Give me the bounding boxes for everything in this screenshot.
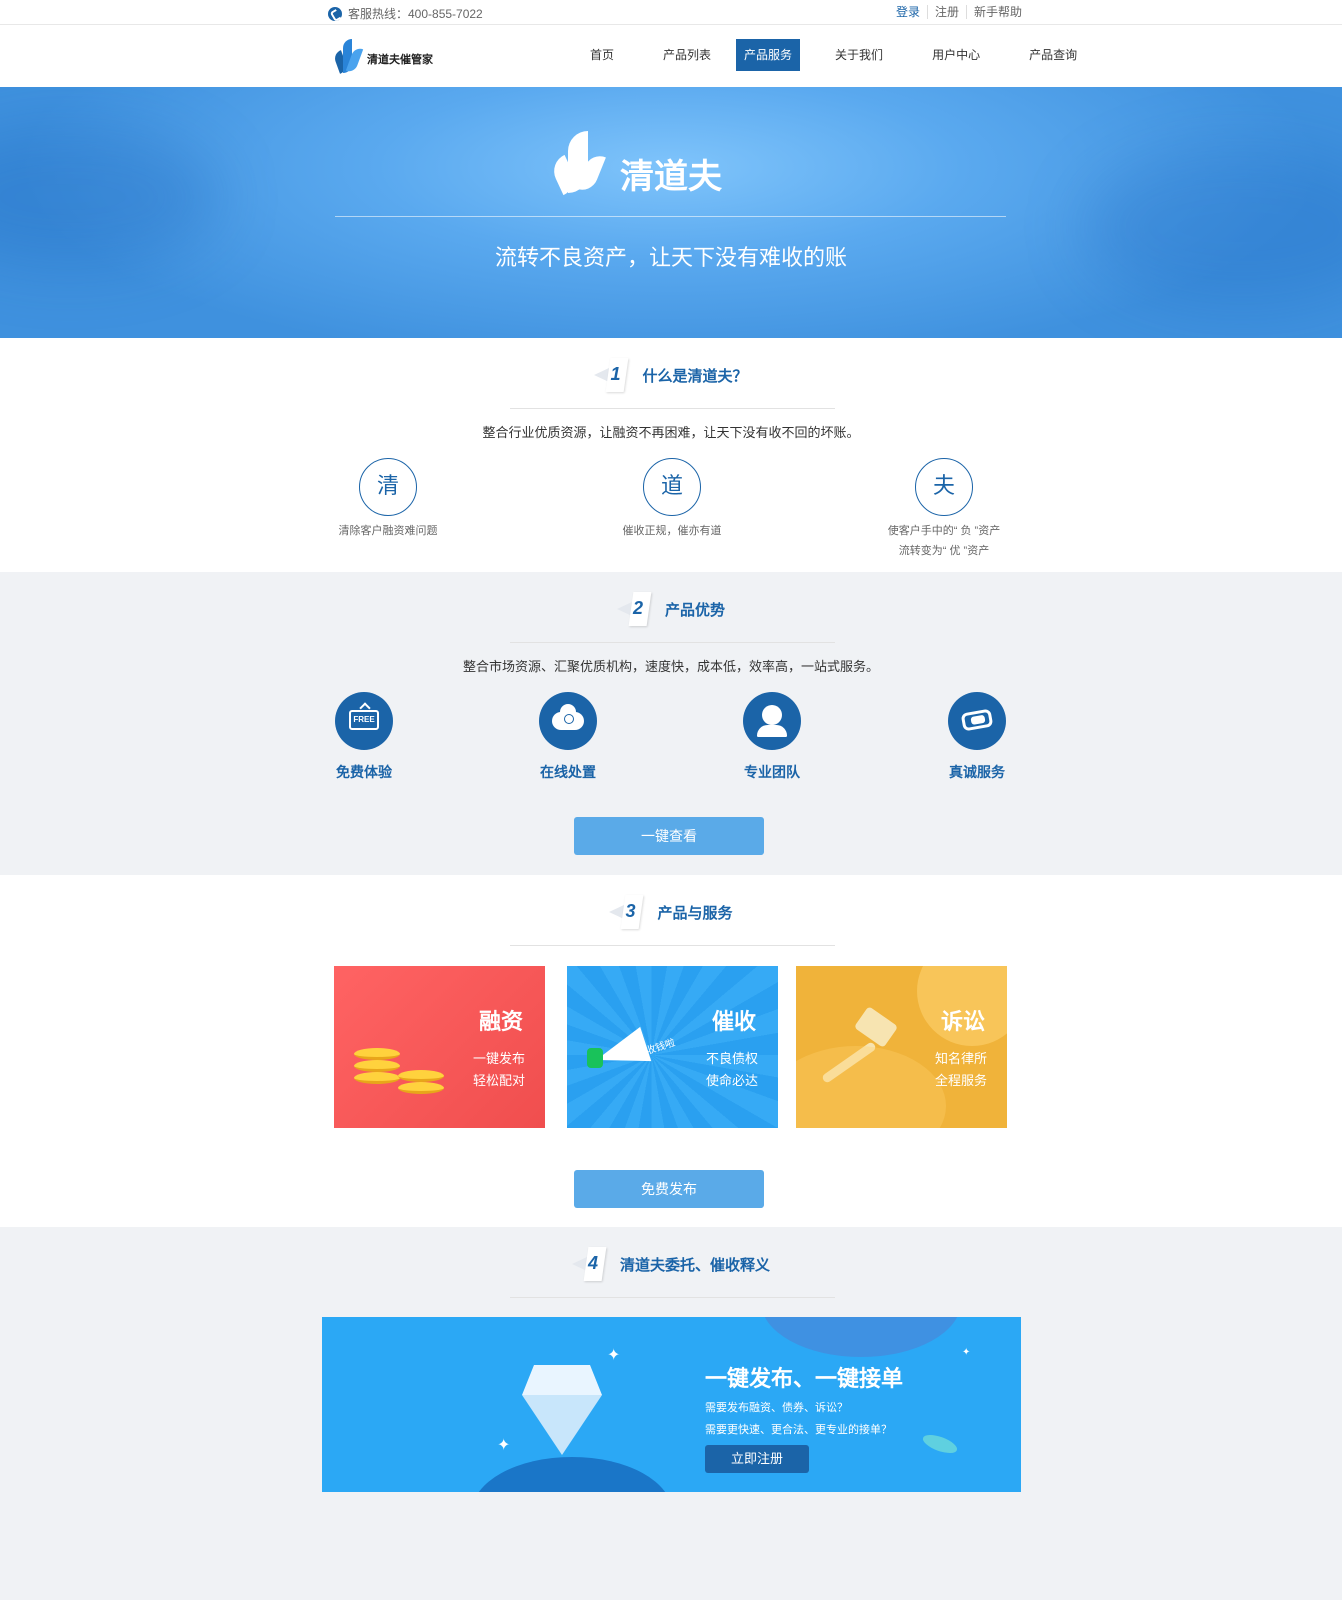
free-publish-button[interactable]: 免费发布 (574, 1170, 764, 1208)
free-icon: FREE (335, 692, 393, 750)
card-title: 融资 (478, 1009, 523, 1034)
card-line: 全程服务 (934, 1073, 987, 1088)
diamond-icon (502, 1365, 622, 1465)
feature-label: 在线处置 (540, 764, 596, 780)
section-heading: 2 产品优势 (0, 592, 1342, 626)
banner-subtitle: 流转不良资产，让天下没有难收的账 (494, 245, 847, 270)
logo[interactable]: 清道夫催管家 (332, 37, 433, 74)
section-title: 产品与服务 (657, 904, 733, 922)
concept-char-circle: 道 (643, 458, 701, 516)
hotline-text: 客服热线：400-855-7022 (348, 7, 483, 21)
section-title: 产品优势 (664, 601, 725, 619)
banner-divider (335, 216, 1006, 217)
register-link[interactable]: 注册 (927, 5, 966, 19)
section-what-is: 1 什么是清道夫？ 整合行业优质资源，让融资不再困难，让天下没有收不回的坏账。 … (0, 338, 1342, 572)
section-title: 什么是清道夫？ (642, 367, 748, 385)
promo-line: 需要更快速、更合法、更专业的接单？ (705, 1424, 892, 1436)
feature-label: 专业团队 (744, 764, 800, 780)
concept-desc: 使客户手中的“ 负 ”资产 流转变为“ 优 ”资产 (887, 525, 1001, 557)
concept-desc: 催收正规，催亦有道 (622, 525, 722, 537)
concept-item: 夫 使客户手中的“ 负 ”资产 流转变为“ 优 ”资产 (844, 458, 1044, 561)
card-line: 一键发布 (472, 1051, 525, 1066)
top-links: 登录 注册 新手帮助 (896, 5, 1029, 19)
section-explanation: 4 清道夫委托、催收释义 ✦ ✦ ✦ 一键发布、一键接单 需要发布融资、债券、诉… (0, 1227, 1342, 1600)
main-header: 清道夫催管家 首页 产品列表 产品服务 关于我们 用户中心 产品查询 (0, 25, 1342, 87)
nav-product-query[interactable]: 产品查询 (1013, 39, 1093, 71)
section-number-badge: 3 (609, 895, 643, 929)
help-link[interactable]: 新手帮助 (966, 5, 1029, 19)
section-products: 3 产品与服务 融资 一键发布 轻松配对 收钱啦 催收 不良债权 使命必达 诉讼… (0, 875, 1342, 1227)
section-divider (510, 408, 835, 409)
handshake-icon (948, 692, 1006, 750)
feature-team[interactable]: 专业团队 (712, 692, 832, 782)
section-description: 整合行业优质资源，让融资不再困难，让天下没有收不回的坏账。 (482, 425, 860, 440)
feature-online-handling[interactable]: 在线处置 (508, 692, 628, 782)
section-divider (510, 1297, 835, 1298)
phone-icon (328, 6, 342, 21)
feature-service[interactable]: 真诚服务 (917, 692, 1037, 782)
section-advantages: 2 产品优势 整合市场资源、汇聚优质机构，速度快，成本低，效率高，一站式服务。 … (0, 572, 1342, 875)
card-financing[interactable]: 融资 一键发布 轻松配对 (334, 966, 545, 1128)
nav-product-service[interactable]: 产品服务 (736, 39, 801, 71)
cloud-icon (539, 692, 597, 750)
hotline: 客服热线：400-855-7022 (328, 5, 483, 22)
feature-free-trial[interactable]: FREE 免费体验 (304, 692, 424, 782)
section-number-badge: 4 (571, 1247, 606, 1281)
brand-leaf-icon (548, 129, 606, 196)
planet-decoration (761, 1317, 961, 1357)
section-heading: 4 清道夫委托、催收释义 (0, 1247, 1342, 1281)
banner-title: 清道夫 (620, 158, 722, 196)
nav-product-list[interactable]: 产品列表 (647, 39, 727, 71)
section-heading: 3 产品与服务 (0, 895, 1342, 929)
logo-icon (332, 37, 364, 74)
section-divider (510, 642, 835, 643)
card-line: 轻松配对 (472, 1073, 525, 1088)
card-collection[interactable]: 收钱啦 催收 不良债权 使命必达 (567, 966, 778, 1128)
section-title: 清道夫委托、催收释义 (619, 1256, 770, 1274)
section-number-badge: 1 (594, 358, 628, 392)
promo-line: 需要发布融资、债券、诉讼？ (705, 1402, 848, 1414)
main-nav: 首页 产品列表 产品服务 关于我们 用户中心 产品查询 (574, 39, 1110, 71)
section-number-badge: 2 (616, 592, 651, 626)
card-line: 不良债权 (705, 1051, 758, 1066)
nav-user-center[interactable]: 用户中心 (916, 39, 996, 71)
concept-char-circle: 清 (359, 458, 417, 516)
star-icon: ✦ (607, 1347, 621, 1364)
hero-banner: 清道夫 流转不良资产，让天下没有难收的账 (0, 87, 1342, 338)
ufo-icon (920, 1431, 960, 1457)
star-icon: ✦ (497, 1437, 511, 1454)
card-line: 知名律所 (934, 1051, 987, 1066)
card-line: 使命必达 (705, 1073, 758, 1088)
promo-banner[interactable]: ✦ ✦ ✦ 一键发布、一键接单 需要发布融资、债券、诉讼？ 需要更快速、更合法、… (322, 1317, 1021, 1492)
card-litigation[interactable]: 诉讼 知名律所 全程服务 (796, 966, 1007, 1128)
view-all-button[interactable]: 一键查看 (574, 817, 764, 855)
star-icon: ✦ (962, 1347, 971, 1358)
promo-title: 一键发布、一键接单 (705, 1366, 904, 1391)
top-bar: 客服热线：400-855-7022 登录 注册 新手帮助 (0, 0, 1342, 25)
feature-label: 真诚服务 (949, 764, 1005, 780)
concept-desc: 清除客户融资难问题 (338, 525, 438, 537)
nav-home[interactable]: 首页 (574, 39, 630, 71)
feature-label: 免费体验 (336, 764, 392, 780)
gavel-icon (818, 1006, 908, 1084)
logo-text: 清道夫催管家 (367, 53, 433, 66)
concept-item: 道 催收正规，催亦有道 (572, 458, 772, 541)
login-link[interactable]: 登录 (896, 5, 927, 19)
nav-about[interactable]: 关于我们 (819, 39, 899, 71)
section-description: 整合市场资源、汇聚优质机构，速度快，成本低，效率高，一站式服务。 (462, 659, 879, 674)
card-title: 催收 (711, 1009, 756, 1034)
section-divider (510, 945, 835, 946)
card-title: 诉讼 (940, 1009, 985, 1034)
team-icon (743, 692, 801, 750)
concept-item: 清 清除客户融资难问题 (288, 458, 488, 541)
section-heading: 1 什么是清道夫？ (0, 358, 1342, 392)
concept-char-circle: 夫 (915, 458, 973, 516)
register-now-button[interactable]: 立即注册 (705, 1445, 809, 1473)
megaphone-icon: 收钱啦 (585, 1026, 677, 1078)
